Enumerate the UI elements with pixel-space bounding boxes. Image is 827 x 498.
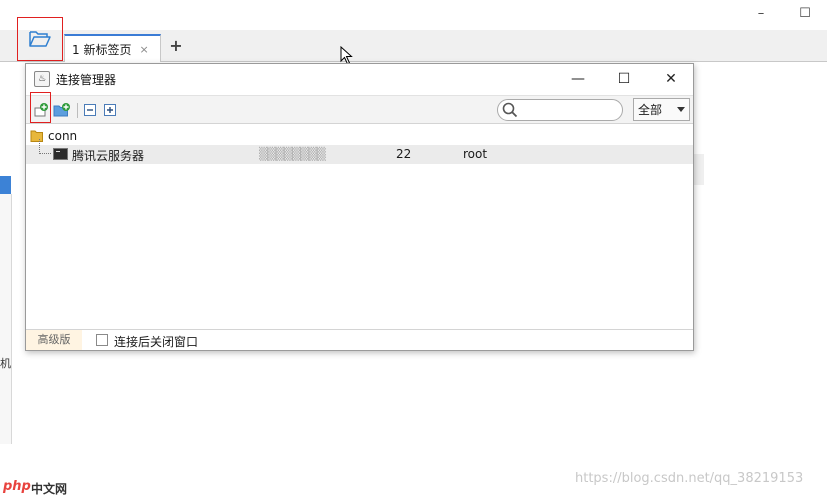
close-after-connect-checkbox[interactable] xyxy=(96,334,108,346)
add-tab-button[interactable]: + xyxy=(167,36,185,56)
collapse-all-button[interactable] xyxy=(81,101,99,119)
open-connection-manager-button[interactable] xyxy=(17,17,63,61)
expand-all-icon xyxy=(104,104,116,116)
filter-select[interactable]: 全部 xyxy=(633,98,690,121)
dialog-close-button[interactable]: ✕ xyxy=(660,69,682,89)
app-icon: ♨ xyxy=(34,71,50,87)
table-row[interactable]: 腾讯云服务器 ▒▒▒▒▒▒▒▒ 22 root xyxy=(26,139,693,164)
tree-connector xyxy=(39,139,51,154)
dialog-status-bar: 高级版 连接后关闭窗口 xyxy=(26,329,693,350)
close-icon[interactable]: × xyxy=(139,43,148,56)
filter-selected-value: 全部 xyxy=(638,103,663,117)
side-panel-accent xyxy=(0,176,11,194)
chevron-down-icon xyxy=(677,107,685,112)
add-folder-icon xyxy=(53,103,70,117)
tree-group-conn[interactable]: conn xyxy=(30,127,77,145)
expand-all-button[interactable] xyxy=(101,101,119,119)
site-logo-text: 中文网 xyxy=(31,482,68,496)
dialog-toolbar: 全部 xyxy=(26,95,693,124)
tab-label: 1 新标签页 xyxy=(72,42,132,57)
side-panel-label: 机 xyxy=(0,357,11,370)
dialog-maximize-button[interactable]: ☐ xyxy=(613,69,635,89)
site-logo-mark: php xyxy=(3,479,31,494)
connection-host: ▒▒▒▒▒▒▒▒ xyxy=(259,147,326,161)
tab-new-tab[interactable]: 1 新标签页 × xyxy=(64,34,161,62)
close-after-connect-label[interactable]: 连接后关闭窗口 xyxy=(114,333,198,350)
search-input[interactable] xyxy=(520,102,618,118)
folder-open-icon xyxy=(29,31,51,47)
dialog-title-bar: ♨ 连接管理器 xyxy=(26,64,693,94)
add-folder-button[interactable] xyxy=(53,101,71,119)
side-panel xyxy=(0,194,12,444)
connection-port: 22 xyxy=(396,147,412,161)
dialog-minimize-button[interactable]: — xyxy=(567,69,589,89)
tree-group-label: conn xyxy=(48,129,78,143)
edition-badge: 高级版 xyxy=(26,330,82,350)
connection-tree: conn 腾讯云服务器 ▒▒▒▒▒▒▒▒ 22 root xyxy=(26,125,693,329)
window-minimize-button[interactable]: – xyxy=(750,4,772,24)
search-icon xyxy=(502,102,518,118)
watermark-text: https://blog.csdn.net/qq_38219153 xyxy=(575,471,804,486)
toolbar-separator xyxy=(77,103,78,118)
connection-manager-dialog: ♨ 连接管理器 — ☐ ✕ 全部 conn 腾讯云服务器 ▒▒▒▒▒▒▒▒ 22… xyxy=(25,63,694,351)
connection-user: root xyxy=(463,147,488,161)
window-maximize-button[interactable]: ☐ xyxy=(794,4,816,24)
search-field[interactable] xyxy=(497,99,623,121)
dialog-title: 连接管理器 xyxy=(56,72,117,87)
connection-name: 腾讯云服务器 xyxy=(72,149,145,163)
collapse-all-icon xyxy=(84,104,96,116)
add-connection-highlight-box xyxy=(30,92,51,123)
terminal-icon xyxy=(53,148,68,160)
